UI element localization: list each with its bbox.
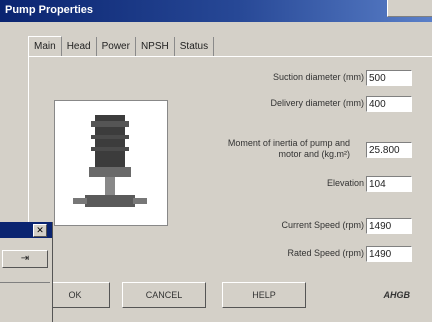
moment-of-inertia-label-2: motor and (kg.m²) bbox=[278, 149, 350, 159]
pump-properties-window: Pump Properties Main Head Power NPSH Status … bbox=[0, 0, 432, 322]
delivery-diameter-field[interactable] bbox=[366, 96, 412, 112]
pump-image bbox=[54, 100, 168, 226]
title-bar: Pump Properties bbox=[0, 0, 432, 22]
tab-npsh[interactable]: NPSH bbox=[136, 37, 175, 56]
tab-status[interactable]: Status bbox=[175, 37, 215, 56]
rated-speed-field[interactable] bbox=[366, 246, 412, 262]
tab-power[interactable]: Power bbox=[97, 37, 136, 56]
elevation-field[interactable] bbox=[366, 176, 412, 192]
help-button[interactable]: HELP bbox=[222, 282, 306, 308]
arrow-right-icon[interactable]: ⇥ bbox=[2, 250, 48, 268]
divider bbox=[0, 282, 50, 283]
secondary-window: ✕ ⇥ bbox=[0, 222, 53, 322]
tab-main[interactable]: Main bbox=[28, 36, 62, 56]
window-title: Pump Properties bbox=[5, 4, 94, 16]
tab-strip: Main Head Power NPSH Status bbox=[28, 36, 215, 56]
brand-logo: AHGB bbox=[383, 290, 411, 300]
pump-illustration bbox=[73, 115, 147, 207]
moment-of-inertia-field[interactable] bbox=[366, 142, 412, 158]
title-bar-button[interactable] bbox=[387, 0, 432, 17]
rated-speed-label: Rated Speed (rpm) bbox=[287, 248, 364, 258]
moment-of-inertia-label-1: Moment of inertia of pump and bbox=[227, 138, 350, 148]
cancel-button[interactable]: CANCEL bbox=[122, 282, 206, 308]
current-speed-label: Current Speed (rpm) bbox=[281, 220, 364, 230]
suction-diameter-label: Suction diameter (mm) bbox=[272, 72, 364, 82]
elevation-label: Elevation bbox=[326, 178, 364, 188]
tab-head[interactable]: Head bbox=[62, 37, 97, 56]
current-speed-field[interactable] bbox=[366, 218, 412, 234]
secondary-title-bar: ✕ bbox=[0, 222, 52, 238]
suction-diameter-field[interactable] bbox=[366, 70, 412, 86]
delivery-diameter-label: Delivery diameter (mm) bbox=[270, 98, 364, 108]
close-icon[interactable]: ✕ bbox=[33, 224, 47, 237]
